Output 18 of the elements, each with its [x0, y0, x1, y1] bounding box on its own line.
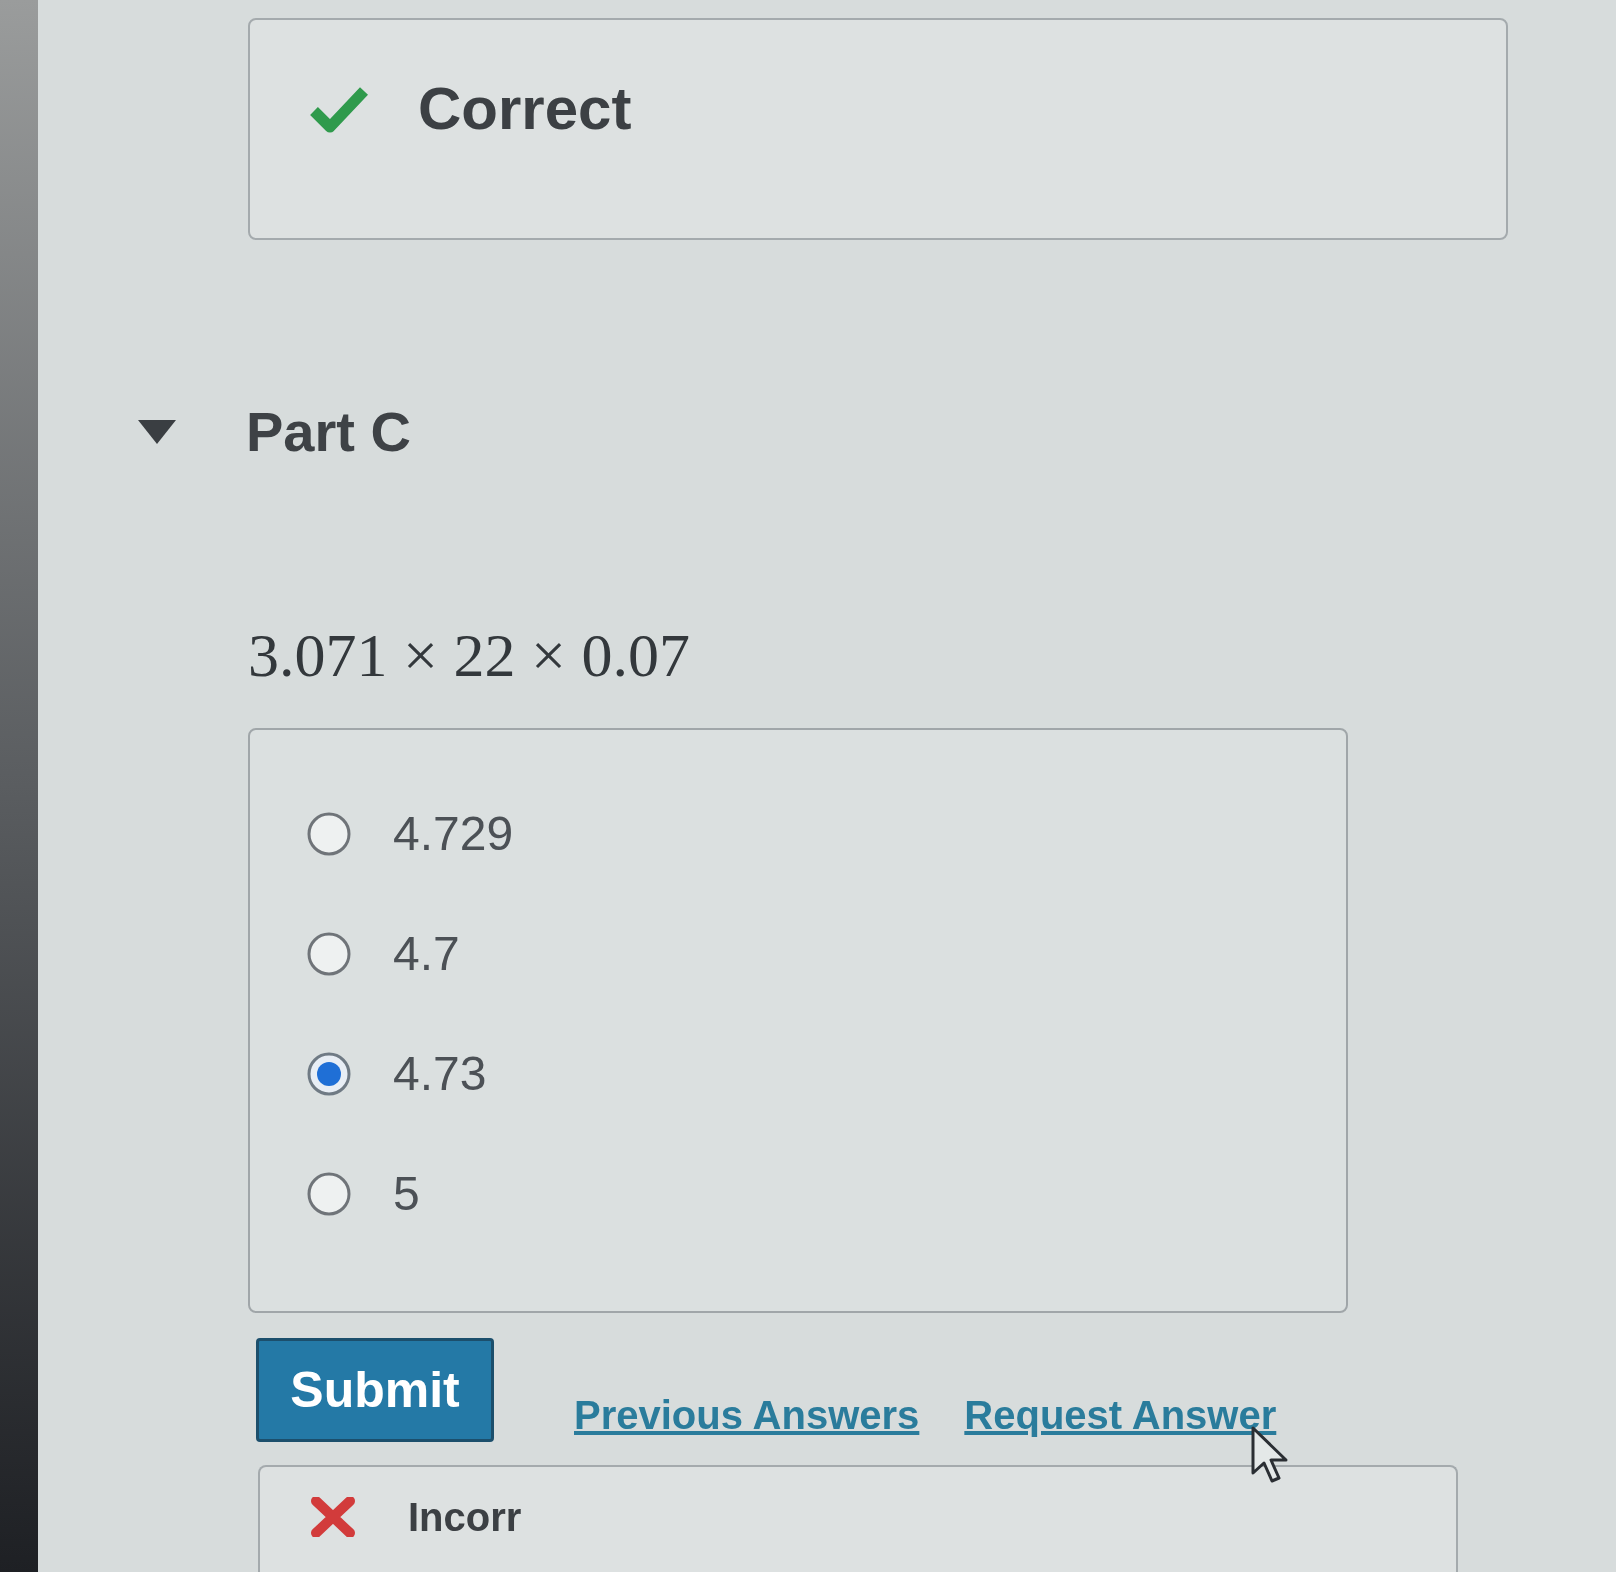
checkmark-icon [310, 85, 368, 133]
math-expression: 3.071 × 22 × 0.07 [248, 624, 690, 686]
radio-button[interactable] [305, 1170, 353, 1218]
link[interactable]: Previous Answers [574, 1385, 920, 1445]
link[interactable]: Request Answer [964, 1385, 1277, 1445]
radio-button[interactable] [305, 930, 353, 978]
radio-button[interactable] [305, 810, 353, 858]
option-label[interactable]: 4.7 [393, 930, 460, 978]
cross-icon [310, 1497, 356, 1537]
submit-button[interactable]: Submit [256, 1338, 494, 1442]
feedback-text: Incorr [408, 1497, 522, 1537]
option-label[interactable]: 4.729 [393, 810, 514, 858]
feedback-text: Correct [418, 74, 632, 144]
option-label[interactable]: 4.73 [393, 1050, 487, 1098]
collapse-triangle-icon[interactable] [136, 418, 178, 446]
radio-button[interactable] [305, 1050, 353, 1098]
option-label[interactable]: 5 [393, 1170, 420, 1218]
part-title[interactable]: Part C [246, 390, 411, 474]
